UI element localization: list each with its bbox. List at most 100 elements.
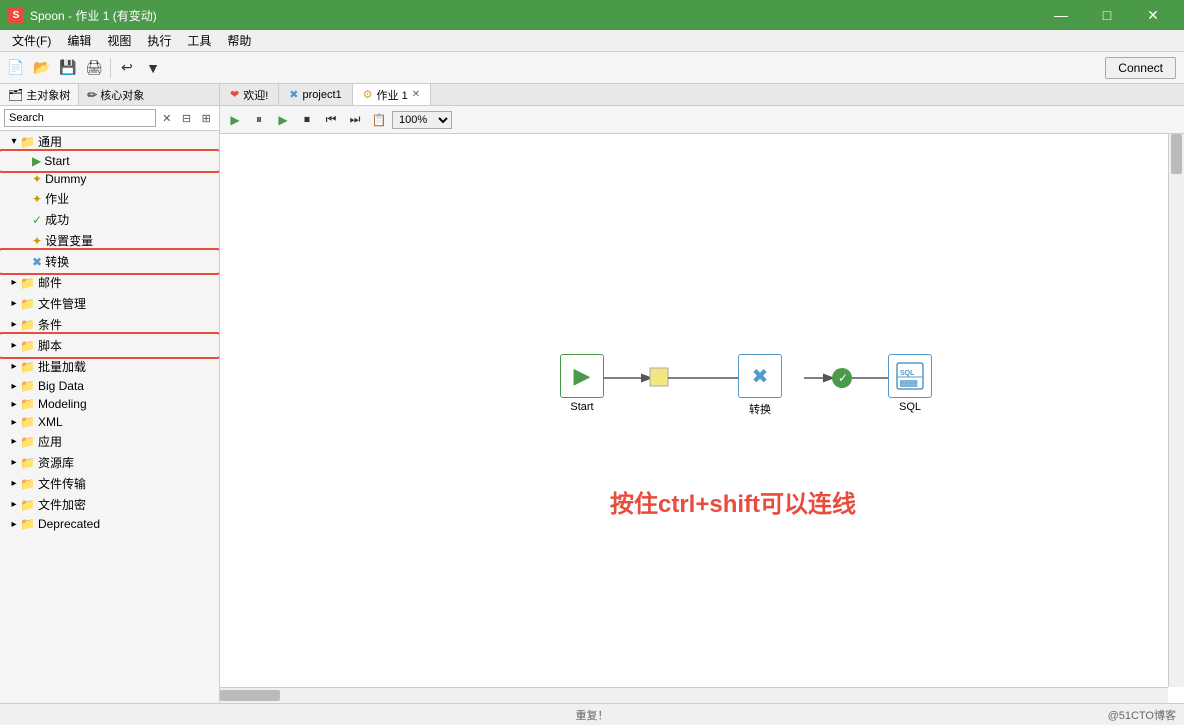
menu-file[interactable]: 文件(F): [4, 30, 59, 51]
save-button[interactable]: 💾: [56, 56, 80, 80]
rewind-button[interactable]: ⏮: [320, 109, 342, 131]
tree-section-app[interactable]: ▸ 📁 应用: [0, 431, 219, 452]
tab-welcome[interactable]: ❤ 欢迎!: [220, 84, 279, 105]
pause-button[interactable]: ⏸: [248, 109, 270, 131]
job1-tab-label: 作业 1: [377, 87, 408, 103]
dummy-label: Dummy: [45, 172, 86, 186]
menu-help[interactable]: 帮助: [219, 30, 259, 51]
title-bar: S Spoon - 作业 1 (有变动) — □ ✕: [0, 0, 1184, 30]
new-button[interactable]: 📄: [4, 56, 28, 80]
forward-button[interactable]: ⏭: [344, 109, 366, 131]
connect-button[interactable]: Connect: [1105, 57, 1176, 79]
menu-bar: 文件(F) 编辑 视图 执行 工具 帮助: [0, 30, 1184, 52]
zoom-select[interactable]: 50% 75% 100% 125% 150% 200%: [392, 111, 452, 129]
open-button[interactable]: 📂: [30, 56, 54, 80]
filemanage-folder-icon: 📁: [20, 297, 35, 311]
general-expand-arrow[interactable]: ▾: [8, 136, 20, 147]
step-button[interactable]: ▶: [272, 109, 294, 131]
node-sql[interactable]: SQL ▓▓▓▓ SQL: [888, 354, 932, 413]
tree-section-filetransfer[interactable]: ▸ 📁 文件传输: [0, 473, 219, 494]
undo-arrow[interactable]: ▼: [141, 56, 165, 80]
tree-section-condition[interactable]: ▸ 📁 条件: [0, 314, 219, 335]
maximize-button[interactable]: □: [1084, 0, 1130, 30]
menu-view[interactable]: 视图: [99, 30, 139, 51]
menu-execute[interactable]: 执行: [139, 30, 179, 51]
repo-label: 资源库: [38, 454, 74, 471]
run-button[interactable]: ▶: [224, 109, 246, 131]
tree-item-transform[interactable]: ✖ 转换: [0, 251, 219, 272]
start-node-box: ▶: [560, 354, 604, 398]
node-start[interactable]: ▶ Start: [560, 354, 604, 413]
close-button[interactable]: ✕: [1130, 0, 1176, 30]
tab-job1[interactable]: ⚙ 作业 1 ✕: [353, 84, 431, 105]
xml-folder-icon: 📁: [20, 415, 35, 429]
menu-edit[interactable]: 编辑: [59, 30, 99, 51]
tree-section-bigdata[interactable]: ▸ 📁 Big Data: [0, 377, 219, 395]
tab-bar: ❤ 欢迎! ✖ project1 ⚙ 作业 1 ✕: [220, 84, 1184, 106]
app-expand-arrow[interactable]: ▸: [8, 436, 20, 447]
search-expand-button[interactable]: ⊞: [197, 109, 215, 127]
condition-expand-arrow[interactable]: ▸: [8, 319, 20, 330]
tree-section-xml[interactable]: ▸ 📁 XML: [0, 413, 219, 431]
tab-project1[interactable]: ✖ project1: [279, 84, 352, 105]
app-label: 应用: [38, 433, 62, 450]
repo-folder-icon: 📁: [20, 456, 35, 470]
tree-section-filemanage[interactable]: ▸ 📁 文件管理: [0, 293, 219, 314]
bigdata-expand-arrow[interactable]: ▸: [8, 381, 20, 392]
scroll-x[interactable]: [220, 687, 1168, 703]
tree-section-general[interactable]: ▾ 📁 通用: [0, 131, 219, 152]
canvas-toolbar: ▶ ⏸ ▶ ⏹ ⏮ ⏭ 📋 50% 75% 100% 125% 150% 200…: [220, 106, 1184, 134]
tree-section-modeling[interactable]: ▸ 📁 Modeling: [0, 395, 219, 413]
tree-section-script[interactable]: ▸ 📁 脚本: [0, 335, 219, 356]
start-label: Start: [44, 154, 69, 168]
canvas-area[interactable]: ✓ ▶ Start ✖ 转换: [220, 134, 1184, 703]
menu-tools[interactable]: 工具: [179, 30, 219, 51]
tree-item-start[interactable]: ▶ Start: [0, 152, 219, 170]
script-expand-arrow[interactable]: ▸: [8, 340, 20, 351]
search-collapse-button[interactable]: ⊟: [178, 109, 196, 127]
xml-expand-arrow[interactable]: ▸: [8, 417, 20, 428]
search-clear-button[interactable]: ✕: [158, 109, 176, 127]
batchload-expand-arrow[interactable]: ▸: [8, 361, 20, 372]
canvas-hint: 按住ctrl+shift可以连线: [610, 484, 856, 519]
transform-node-box: ✖: [738, 354, 782, 398]
tree-item-setvariable[interactable]: ✦ 设置变量: [0, 230, 219, 251]
mail-expand-arrow[interactable]: ▸: [8, 277, 20, 288]
undo-button[interactable]: ↩: [115, 56, 139, 80]
tree-section-repo[interactable]: ▸ 📁 资源库: [0, 452, 219, 473]
mail-label: 邮件: [38, 274, 62, 291]
watermark: @51CTO博客: [1108, 707, 1176, 723]
search-input[interactable]: [4, 109, 156, 127]
fileencrypt-expand-arrow[interactable]: ▸: [8, 499, 20, 510]
filetransfer-expand-arrow[interactable]: ▸: [8, 478, 20, 489]
setvariable-label: 设置变量: [45, 232, 93, 249]
fileencrypt-label: 文件加密: [38, 496, 86, 513]
node-transform[interactable]: ✖ 转换: [738, 354, 782, 417]
tree-section-mail[interactable]: ▸ 📁 邮件: [0, 272, 219, 293]
print-button[interactable]: 🖨: [82, 56, 106, 80]
tree-item-job[interactable]: ✦ 作业: [0, 188, 219, 209]
tab-main-tree-label: 主对象树: [26, 87, 70, 103]
filemanage-expand-arrow[interactable]: ▸: [8, 298, 20, 309]
stop-button[interactable]: ⏹: [296, 109, 318, 131]
tab-main-tree[interactable]: 🗂 主对象树: [0, 84, 79, 105]
bigdata-label: Big Data: [38, 379, 84, 393]
tab-core-objects[interactable]: ✏ 核心对象: [79, 84, 152, 105]
condition-folder-icon: 📁: [20, 318, 35, 332]
repo-expand-arrow[interactable]: ▸: [8, 457, 20, 468]
transform-label: 转换: [45, 253, 69, 270]
sql-node-label: SQL: [899, 401, 921, 413]
copy-button[interactable]: 📋: [368, 109, 390, 131]
job1-tab-close[interactable]: ✕: [412, 89, 420, 100]
tree-item-success[interactable]: ✓ 成功: [0, 209, 219, 230]
modeling-expand-arrow[interactable]: ▸: [8, 399, 20, 410]
scroll-y[interactable]: [1168, 134, 1184, 687]
connector-svg: ✓: [220, 134, 1168, 687]
tree-section-batchload[interactable]: ▸ 📁 批量加载: [0, 356, 219, 377]
tree-section-deprecated[interactable]: ▸ 📁 Deprecated: [0, 515, 219, 533]
tree-item-dummy[interactable]: ✦ Dummy: [0, 170, 219, 188]
minimize-button[interactable]: —: [1038, 0, 1084, 30]
window-controls[interactable]: — □ ✕: [1038, 0, 1176, 30]
deprecated-expand-arrow[interactable]: ▸: [8, 519, 20, 530]
tree-section-fileencrypt[interactable]: ▸ 📁 文件加密: [0, 494, 219, 515]
